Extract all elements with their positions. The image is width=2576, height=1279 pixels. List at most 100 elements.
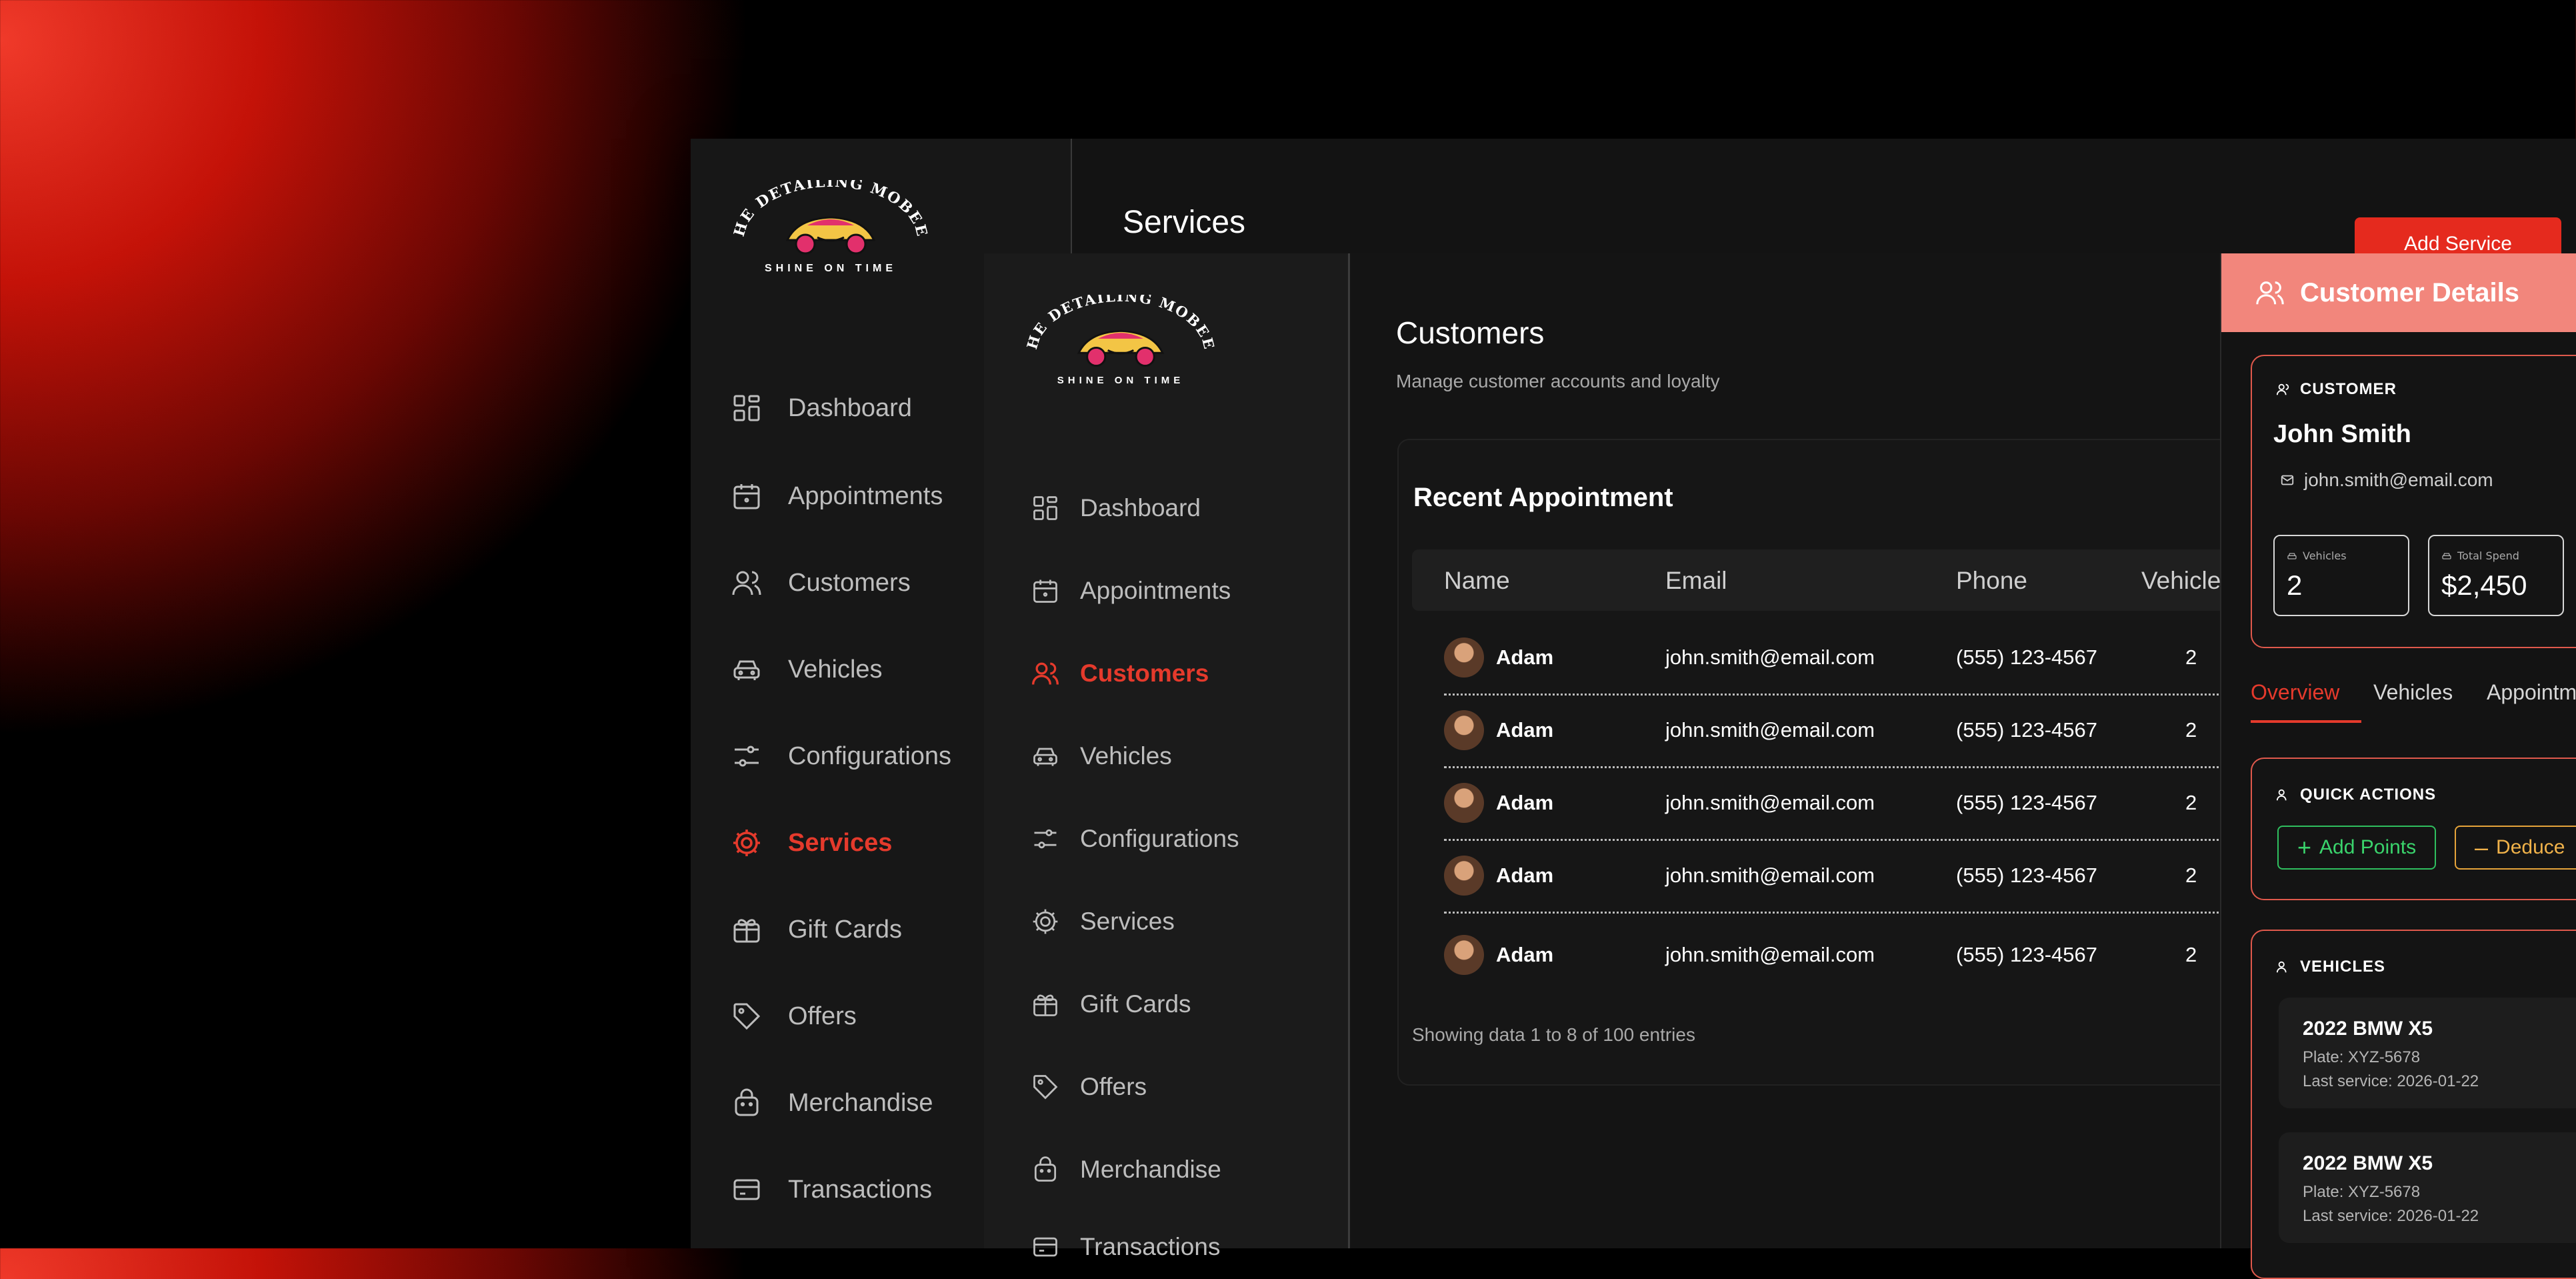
stat-label-text: Vehicles bbox=[2303, 549, 2347, 562]
sidebar-item-vehicles[interactable]: Vehicles bbox=[731, 654, 883, 686]
stat-label-text: Total Spend bbox=[2457, 549, 2519, 562]
sidebar-item-offers[interactable]: Offers bbox=[1031, 1072, 1147, 1102]
column-header-email[interactable]: Email bbox=[1665, 567, 1727, 595]
gift-icon bbox=[733, 919, 760, 943]
sidebar-item-customers[interactable]: Customers bbox=[1031, 659, 1209, 688]
table-row[interactable]: Adam john.smith@email.com (555) 123-4567… bbox=[1444, 919, 2332, 991]
sidebar-item-gift-cards[interactable]: Gift Cards bbox=[1031, 990, 1191, 1019]
sidebar-item-vehicles[interactable]: Vehicles bbox=[1031, 742, 1172, 771]
car-icon bbox=[2287, 552, 2297, 559]
sidebar-item-label: Services bbox=[1080, 908, 1175, 935]
sliders-icon bbox=[735, 746, 759, 767]
grid-icon bbox=[1033, 496, 1057, 520]
tab-appointments[interactable]: Appointments bbox=[2487, 680, 2576, 705]
cell-email: john.smith@email.com bbox=[1665, 791, 1875, 814]
stat-total-spend: Total Spend $2,450 bbox=[2428, 535, 2564, 616]
logo-tagline: SHINE ON TIME bbox=[1057, 375, 1185, 386]
appointments-card: Recent Appointment Name Email Phone Vehi… bbox=[1397, 439, 2333, 1086]
table-row[interactable]: Adam john.smith@email.com (555) 123-4567… bbox=[1444, 840, 2332, 914]
vehicles-card: VEHICLES 2022 BMW X5 Plate: XYZ-5678 Las… bbox=[2251, 930, 2576, 1279]
customer-details-drawer: Customer Details CUSTOMER John Smith joh… bbox=[2220, 253, 2576, 1279]
avatar bbox=[1444, 710, 1484, 750]
deduct-points-button[interactable]: – Deduce bbox=[2455, 826, 2576, 870]
vehicle-plate: Plate: XYZ-5678 bbox=[2303, 1048, 2421, 1066]
cell-name: Adam bbox=[1496, 718, 1554, 742]
section-label: QUICK ACTIONS bbox=[2276, 786, 2436, 804]
sidebar-item-appointments[interactable]: Appointments bbox=[1031, 576, 1231, 605]
sidebar-item-transactions[interactable]: Transactions bbox=[1031, 1232, 1220, 1262]
grid-icon bbox=[733, 395, 760, 421]
cell-phone: (555) 123-4567 bbox=[1956, 864, 2097, 887]
car-icon bbox=[1033, 748, 1057, 766]
sidebar-item-customers[interactable]: Customers bbox=[731, 567, 911, 599]
calendar-icon bbox=[733, 484, 760, 509]
sidebar-item-merchandise[interactable]: Merchandise bbox=[1031, 1155, 1221, 1184]
tab-overview[interactable]: Overview bbox=[2251, 680, 2339, 705]
sidebar-item-label: Services bbox=[788, 828, 893, 857]
car-logo-icon: THE DETAILING MOBEEL bbox=[731, 180, 929, 255]
sidebar-item-configurations[interactable]: Configurations bbox=[1031, 824, 1239, 854]
sidebar-item-label: Gift Cards bbox=[1080, 990, 1191, 1018]
brand-logo[interactable]: THE DETAILING MOBEEL SHINE ON TIME bbox=[731, 180, 931, 275]
brand-logo[interactable]: THE DETAILING MOBEEL SHINE ON TIME bbox=[1024, 295, 1217, 386]
sidebar-item-configurations[interactable]: Configurations bbox=[731, 740, 951, 772]
table-row[interactable]: Adam john.smith@email.com (555) 123-4567… bbox=[1444, 767, 2332, 841]
sidebar-item-label: Merchandise bbox=[1080, 1156, 1221, 1183]
pagination-summary: Showing data 1 to 8 of 100 entries bbox=[1412, 1024, 1695, 1045]
cell-vehicles: 2 bbox=[2185, 718, 2197, 742]
cell-vehicles: 2 bbox=[2185, 646, 2197, 669]
gear-icon bbox=[1033, 909, 1058, 934]
cell-phone: (555) 123-4567 bbox=[1956, 791, 2097, 814]
stat-label: Vehicles bbox=[2287, 549, 2347, 562]
calendar-icon bbox=[1033, 579, 1057, 603]
sidebar-item-dashboard[interactable]: Dashboard bbox=[731, 392, 912, 424]
users-icon bbox=[2276, 961, 2287, 973]
add-points-button[interactable]: + Add Points bbox=[2277, 826, 2437, 870]
sidebar-item-appointments[interactable]: Appointments bbox=[731, 480, 943, 512]
customer-email[interactable]: john.smith@email.com bbox=[2304, 469, 2493, 491]
sidebar-item-services[interactable]: Services bbox=[1031, 907, 1175, 936]
plus-icon: + bbox=[2297, 834, 2312, 861]
vehicle-item[interactable]: 2022 BMW X5 Plate: XYZ-5678 Last service… bbox=[2279, 998, 2576, 1108]
page-subtitle: Manage customer accounts and loyalty bbox=[1396, 371, 1720, 391]
car-icon bbox=[733, 660, 760, 680]
sidebar-item-dashboard[interactable]: Dashboard bbox=[1031, 493, 1201, 523]
section-label-text: QUICK ACTIONS bbox=[2300, 786, 2437, 804]
sidebar-item-label: Appointments bbox=[1080, 577, 1231, 604]
stat-value: 2 bbox=[2287, 569, 2303, 601]
cell-vehicles: 2 bbox=[2185, 864, 2197, 887]
cell-name: Adam bbox=[1496, 864, 1554, 887]
drawer-title: Customer Details bbox=[2300, 277, 2519, 307]
column-header-phone[interactable]: Phone bbox=[1956, 567, 2027, 595]
logo-tagline: SHINE ON TIME bbox=[764, 263, 897, 274]
users-icon bbox=[2276, 383, 2289, 395]
sidebar-item-label: Vehicles bbox=[788, 655, 883, 684]
tab-vehicles[interactable]: Vehicles bbox=[2373, 680, 2453, 705]
vehicle-item[interactable]: 2022 BMW X5 Plate: XYZ-5678 Last service… bbox=[2279, 1132, 2576, 1243]
avatar bbox=[1444, 856, 1484, 896]
bag-icon bbox=[1034, 1156, 1057, 1182]
minus-icon: – bbox=[2475, 834, 2489, 861]
sidebar-item-merchandise[interactable]: Merchandise bbox=[731, 1087, 933, 1119]
cell-email: john.smith@email.com bbox=[1665, 864, 1875, 887]
page-title: Customers bbox=[1396, 315, 1545, 350]
avatar bbox=[1444, 637, 1484, 678]
drawer-header: Customer Details bbox=[2221, 253, 2576, 332]
sidebar-item-services[interactable]: Services bbox=[731, 827, 892, 859]
users-icon bbox=[2256, 281, 2284, 305]
column-header-name[interactable]: Name bbox=[1444, 567, 1510, 595]
table-row[interactable]: Adam john.smith@email.com (555) 123-4567… bbox=[1444, 694, 2332, 768]
sidebar-item-offers[interactable]: Offers bbox=[731, 1000, 857, 1032]
sidebar-item-gift-cards[interactable]: Gift Cards bbox=[731, 914, 902, 946]
section-label-text: VEHICLES bbox=[2300, 958, 2386, 976]
sidebar-item-label: Dashboard bbox=[1080, 494, 1201, 521]
tag-icon bbox=[733, 1003, 761, 1030]
gear-icon bbox=[733, 830, 760, 856]
avatar bbox=[1444, 935, 1484, 975]
active-tab-indicator bbox=[2251, 720, 2361, 723]
cell-vehicles: 2 bbox=[2185, 943, 2197, 966]
customer-name: John Smith bbox=[2273, 420, 2411, 448]
gift-icon bbox=[1033, 994, 1057, 1016]
sidebar-item-transactions[interactable]: Transactions bbox=[731, 1174, 932, 1206]
table-row[interactable]: Adam john.smith@email.com (555) 123-4567… bbox=[1444, 621, 2332, 696]
